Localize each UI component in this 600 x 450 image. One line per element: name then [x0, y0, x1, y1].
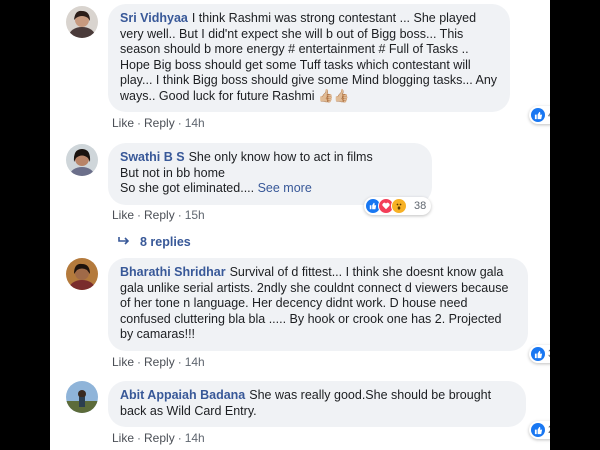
- like-reaction-icon: [531, 423, 545, 437]
- comment-author[interactable]: Sri Vidhyaa: [120, 11, 188, 25]
- wow-reaction-icon: [391, 198, 407, 214]
- avatar[interactable]: [66, 144, 98, 176]
- see-more-link[interactable]: See more: [258, 181, 312, 195]
- reaction-count: 3: [548, 348, 550, 360]
- comment-author[interactable]: Abit Appaiah Badana: [120, 388, 245, 402]
- reply-arrow-icon: [118, 235, 130, 249]
- reply-button[interactable]: Reply: [144, 355, 175, 369]
- avatar[interactable]: [66, 6, 98, 38]
- like-reaction-icon: [531, 347, 545, 361]
- reply-button[interactable]: Reply: [144, 116, 175, 130]
- timestamp[interactable]: 14h: [185, 431, 205, 445]
- reply-button[interactable]: Reply: [144, 208, 175, 222]
- reaction-count: 4: [548, 109, 550, 121]
- reply-button[interactable]: Reply: [144, 431, 175, 445]
- like-reaction-icon: [531, 108, 545, 122]
- reaction-summary[interactable]: 4: [529, 106, 550, 124]
- reaction-count: 38: [414, 200, 427, 212]
- like-button[interactable]: Like: [112, 355, 134, 369]
- comment-actions: Like · Reply · 14h: [112, 355, 205, 369]
- reaction-summary[interactable]: 3: [529, 345, 550, 363]
- replies-count[interactable]: 8 replies: [140, 235, 191, 249]
- like-button[interactable]: Like: [112, 431, 134, 445]
- comment-actions: Like · Reply · 15h: [112, 208, 205, 222]
- comment-bubble: Abit Appaiah Badana She was really good.S…: [108, 381, 526, 427]
- comment-bubble: Bharathi Shridhar Survival of d fittest..…: [108, 258, 528, 351]
- view-replies-link[interactable]: 8 replies: [118, 235, 191, 249]
- like-button[interactable]: Like: [112, 116, 134, 130]
- reaction-summary[interactable]: 38: [364, 197, 432, 215]
- timestamp[interactable]: 14h: [185, 116, 205, 130]
- avatar[interactable]: [66, 258, 98, 290]
- comment-bubble: Sri Vidhyaa I think Rashmi was strong con…: [108, 4, 510, 112]
- comment-actions: Like · Reply · 14h: [112, 431, 205, 445]
- reaction-summary[interactable]: 2: [529, 421, 550, 439]
- comment-author[interactable]: Swathi B S: [120, 150, 185, 164]
- timestamp[interactable]: 15h: [185, 208, 205, 222]
- comments-panel: Sri Vidhyaa I think Rashmi was strong con…: [50, 0, 550, 450]
- avatar[interactable]: [66, 381, 98, 413]
- reaction-count: 2: [548, 424, 550, 436]
- timestamp[interactable]: 14h: [185, 355, 205, 369]
- comment-bubble: Swathi B S She only know how to act in fi…: [108, 143, 432, 205]
- comment-actions: Like · Reply · 14h: [112, 116, 205, 130]
- comment-author[interactable]: Bharathi Shridhar: [120, 265, 226, 279]
- like-button[interactable]: Like: [112, 208, 134, 222]
